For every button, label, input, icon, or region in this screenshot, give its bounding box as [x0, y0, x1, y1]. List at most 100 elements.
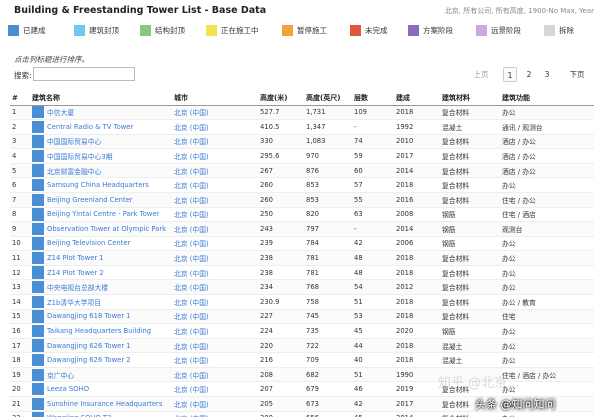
legend-swatch — [8, 24, 19, 36]
column-header-height-ft[interactable]: 高度(英尺) — [304, 92, 352, 106]
floors-cell: 109 — [352, 105, 394, 121]
city-link[interactable]: 北京 (中国) — [172, 177, 258, 193]
floors-cell: 42 — [352, 396, 394, 412]
column-header-function[interactable]: 建筑功能 — [500, 92, 594, 106]
floors-cell: 54 — [352, 279, 394, 296]
floors-cell: 48 — [352, 250, 394, 266]
city-link[interactable]: 北京 (中国) — [172, 148, 258, 164]
rank-cell: 12 — [10, 265, 30, 281]
building-name-link[interactable]: 中央电视台总部大楼 — [45, 279, 172, 296]
city-link[interactable]: 北京 (中国) — [172, 119, 258, 135]
table-header: # 建筑名称 城市 高度(米) 高度(英尺) 层数 建成 建筑材料 建筑功能 — [10, 92, 594, 106]
completed-year-cell: 2018 — [394, 265, 440, 281]
material-cell: 复合材料 — [440, 279, 500, 296]
status-indicator — [32, 193, 44, 206]
function-cell: 酒店 / 办公 — [500, 148, 594, 164]
completed-year-cell: 2014 — [394, 411, 440, 417]
page-3-button[interactable]: 3 — [540, 67, 554, 82]
function-cell: 办公 — [500, 279, 594, 296]
building-name-link[interactable]: Beijing Greenland Center — [45, 192, 172, 208]
building-name-link[interactable]: 京广中心 — [45, 367, 172, 383]
city-link[interactable]: 北京 (中国) — [172, 236, 258, 252]
building-name-link[interactable]: Sunshine Insurance Headquarters — [45, 396, 172, 412]
page-1-button[interactable]: 1 — [503, 67, 517, 82]
search-input[interactable] — [33, 67, 135, 81]
building-name-link[interactable]: Z14 Plot Tower 1 — [45, 250, 172, 266]
building-name-link[interactable]: Dawangjing 626 Tower 2 — [45, 352, 172, 368]
building-name-link[interactable]: Central Radio & TV Tower — [45, 119, 172, 135]
building-name-link[interactable]: Wangjing SOHO T3 — [45, 411, 172, 417]
material-cell: 复合材料 — [440, 105, 500, 121]
building-name-link[interactable]: 北京财富金融中心 — [45, 163, 172, 179]
building-name-link[interactable]: Dawangjing 618 Tower 1 — [45, 309, 172, 325]
city-link[interactable]: 北京 (中国) — [172, 367, 258, 383]
table-row: 7 Beijing Greenland Center 北京 (中国) 260 853 55… — [10, 192, 594, 208]
height-ft-cell: 656 — [304, 411, 352, 417]
page-2-button[interactable]: 2 — [522, 67, 536, 82]
column-header-name[interactable]: 建筑名称 — [30, 92, 172, 106]
building-name-link[interactable]: Z14 Plot Tower 2 — [45, 265, 172, 281]
city-link[interactable]: 北京 (中国) — [172, 396, 258, 412]
city-link[interactable]: 北京 (中国) — [172, 163, 258, 179]
prev-page-button[interactable]: 上页 — [470, 67, 492, 82]
building-name-link[interactable]: 中信大厦 — [45, 105, 172, 121]
status-cell — [30, 250, 45, 266]
city-link[interactable]: 北京 (中国) — [172, 294, 258, 310]
city-link[interactable]: 北京 (中国) — [172, 134, 258, 150]
city-link[interactable]: 北京 (中国) — [172, 105, 258, 121]
status-cell — [30, 352, 45, 368]
status-cell — [30, 294, 45, 310]
city-link[interactable]: 北京 (中国) — [172, 338, 258, 354]
city-link[interactable]: 北京 (中国) — [172, 250, 258, 266]
building-name-link[interactable]: Leeza SOHO — [45, 381, 172, 398]
building-name-link[interactable]: Z1b清华大学项目 — [45, 294, 172, 310]
building-name-link[interactable]: Beijing Television Center — [45, 236, 172, 252]
building-name-link[interactable]: Observation Tower at Olympic Park — [45, 221, 172, 237]
rank-cell: 16 — [10, 323, 30, 339]
building-name-link[interactable]: Dawangjing 626 Tower 1 — [45, 338, 172, 354]
city-link[interactable]: 北京 (中国) — [172, 381, 258, 398]
function-cell: 办公 — [500, 177, 594, 193]
legend-label: 拆除 — [559, 25, 574, 35]
column-header-floors[interactable]: 层数 — [352, 92, 394, 106]
function-cell: 住宅 / 酒店 — [500, 207, 594, 223]
city-link[interactable]: 北京 (中国) — [172, 192, 258, 208]
table-row: 13 中央电视台总部大楼 北京 (中国) 234 768 54 2012 复合材料 办公 — [10, 279, 594, 296]
status-cell — [30, 236, 45, 252]
status-cell — [30, 163, 45, 179]
next-page-button[interactable]: 下页 — [566, 67, 588, 82]
legend-swatch — [140, 24, 151, 36]
building-name-link[interactable]: Samsung China Headquarters — [45, 177, 172, 193]
status-indicator — [32, 281, 44, 294]
city-link[interactable]: 北京 (中国) — [172, 323, 258, 339]
column-header-material[interactable]: 建筑材料 — [440, 92, 500, 106]
city-link[interactable]: 北京 (中国) — [172, 411, 258, 417]
building-name-link[interactable]: Beijing Yintai Centre - Park Tower — [45, 207, 172, 223]
legend-label: 暂停施工 — [297, 25, 327, 35]
material-cell: 混凝土 — [440, 338, 500, 354]
rank-cell: 17 — [10, 338, 30, 354]
status-cell — [30, 338, 45, 354]
city-link[interactable]: 北京 (中国) — [172, 352, 258, 368]
rank-cell: 1 — [10, 105, 30, 121]
height-m-cell: 227 — [258, 309, 304, 325]
floors-cell: 60 — [352, 163, 394, 179]
status-indicator — [32, 295, 44, 308]
height-ft-cell: 797 — [304, 221, 352, 237]
city-link[interactable]: 北京 (中国) — [172, 221, 258, 237]
column-header-completed[interactable]: 建成 — [394, 92, 440, 106]
building-name-link[interactable]: Taikang Headquarters Building — [45, 323, 172, 339]
status-cell — [30, 221, 45, 237]
height-m-cell: 207 — [258, 381, 304, 398]
material-cell: 钢筋 — [440, 207, 500, 223]
city-link[interactable]: 北京 (中国) — [172, 279, 258, 296]
column-header-height-m[interactable]: 高度(米) — [258, 92, 304, 106]
height-ft-cell: 876 — [304, 163, 352, 179]
building-name-link[interactable]: 中国国际贸易中心3期 — [45, 148, 172, 164]
city-link[interactable]: 北京 (中国) — [172, 207, 258, 223]
city-link[interactable]: 北京 (中国) — [172, 265, 258, 281]
column-header-rank[interactable]: # — [10, 92, 30, 106]
building-name-link[interactable]: 中国国际贸易中心 — [45, 134, 172, 150]
column-header-city[interactable]: 城市 — [172, 92, 258, 106]
city-link[interactable]: 北京 (中国) — [172, 309, 258, 325]
